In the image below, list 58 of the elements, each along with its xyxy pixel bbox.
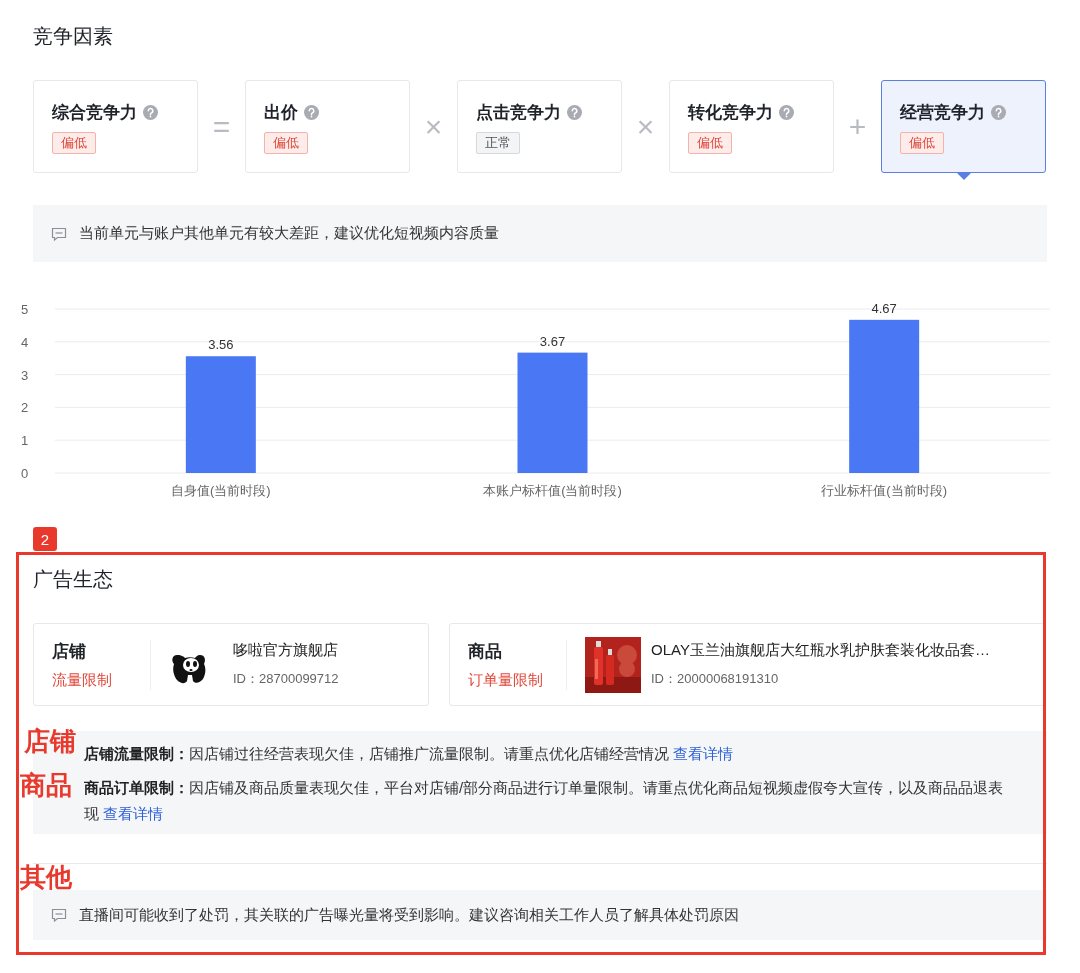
number-badge: 2 <box>33 527 57 551</box>
value-label: 4.67 <box>871 300 897 316</box>
entity-type: 商品 <box>468 640 503 663</box>
help-icon[interactable] <box>304 105 319 120</box>
factor-card[interactable]: 点击竞争力 正常 <box>457 80 622 173</box>
factor-name: 出价 <box>264 102 298 124</box>
help-icon[interactable] <box>143 105 158 120</box>
limit-label: 流量限制 <box>52 670 113 690</box>
axis-label: 4 <box>21 334 29 350</box>
details-link[interactable]: 查看详情 <box>103 805 164 822</box>
axis-label: 1 <box>21 433 29 449</box>
status-tag: 偏低 <box>52 132 96 154</box>
annotation-label: 店铺 <box>24 726 76 756</box>
limit-label: 订单量限制 <box>468 670 544 690</box>
detail-text: 店铺流量限制：因店铺过往经营表现欠佳，店铺推广流量限制。请重点优化店铺经营情况 查看详情 <box>84 744 735 764</box>
factor-name: 综合竞争力 <box>52 102 137 124</box>
section-title: 竞争因素 <box>33 24 114 48</box>
entity-type: 店铺 <box>52 640 87 663</box>
category-label: 本账户标杆值(当前时段) <box>483 483 622 498</box>
axis-label: 2 <box>21 400 29 416</box>
status-tag: 正常 <box>476 132 520 154</box>
pointer-icon <box>956 172 972 180</box>
value-label: 3.56 <box>208 337 234 353</box>
axis-label: 3 <box>21 367 29 383</box>
note-text: 当前单元与账户其他单元有较大差距，建议优化短视频内容质量 <box>79 224 499 243</box>
section-title: 广告生态 <box>33 567 114 591</box>
annotation-label: 其他 <box>20 862 72 892</box>
annotation-label: 商品 <box>20 770 72 800</box>
entity-name: 哆啦官方旗舰店 <box>233 641 339 660</box>
comment-icon <box>51 907 67 923</box>
operator-sign: + <box>847 108 868 145</box>
status-tag: 偏低 <box>900 132 944 154</box>
comment-icon <box>51 225 67 242</box>
detail-text: 商品订单限制：因店铺及商品质量表现欠佳，平台对店铺/部分商品进行订单量限制。请重点优化商品短视频虚假夸大宣传，以及商品品退表现 查看详情 <box>84 778 1005 824</box>
entity-id: ID：28700099712 <box>233 670 339 688</box>
factor-name: 点击竞争力 <box>476 102 561 124</box>
help-icon[interactable] <box>779 105 794 120</box>
help-icon[interactable] <box>567 105 582 120</box>
note-text: 直播间可能收到了处罚，其关联的广告曝光量将受到影响。建议咨询相关工作人员了解具体处罚原因 <box>79 905 739 925</box>
status-tag: 偏低 <box>264 132 308 154</box>
details-link[interactable]: 查看详情 <box>673 745 734 762</box>
category-label: 行业标杆值(当前时段) <box>821 483 947 498</box>
category-label: 自身值(当前时段) <box>171 483 271 498</box>
axis-label: 0 <box>21 466 29 481</box>
help-icon[interactable] <box>991 105 1006 120</box>
entity-name: OLAY玉兰油旗舰店大红瓶水乳护肤套装化妆品套… <box>651 641 990 660</box>
factor-card[interactable]: 转化竞争力 偏低 <box>669 80 834 173</box>
entity-id: ID：20000068191310 <box>651 670 780 688</box>
factor-name: 转化竞争力 <box>688 102 773 124</box>
status-tag: 偏低 <box>688 132 732 154</box>
operator-sign: = <box>211 108 232 145</box>
axis-label: 5 <box>21 302 29 317</box>
factor-card[interactable]: 出价 偏低 <box>245 80 410 173</box>
operator-sign: × <box>423 108 444 145</box>
factor-card[interactable]: 综合竞争力 偏低 <box>33 80 198 173</box>
operator-sign: × <box>635 108 656 145</box>
factor-name: 经营竞争力 <box>900 102 985 124</box>
value-label: 3.67 <box>539 333 566 349</box>
